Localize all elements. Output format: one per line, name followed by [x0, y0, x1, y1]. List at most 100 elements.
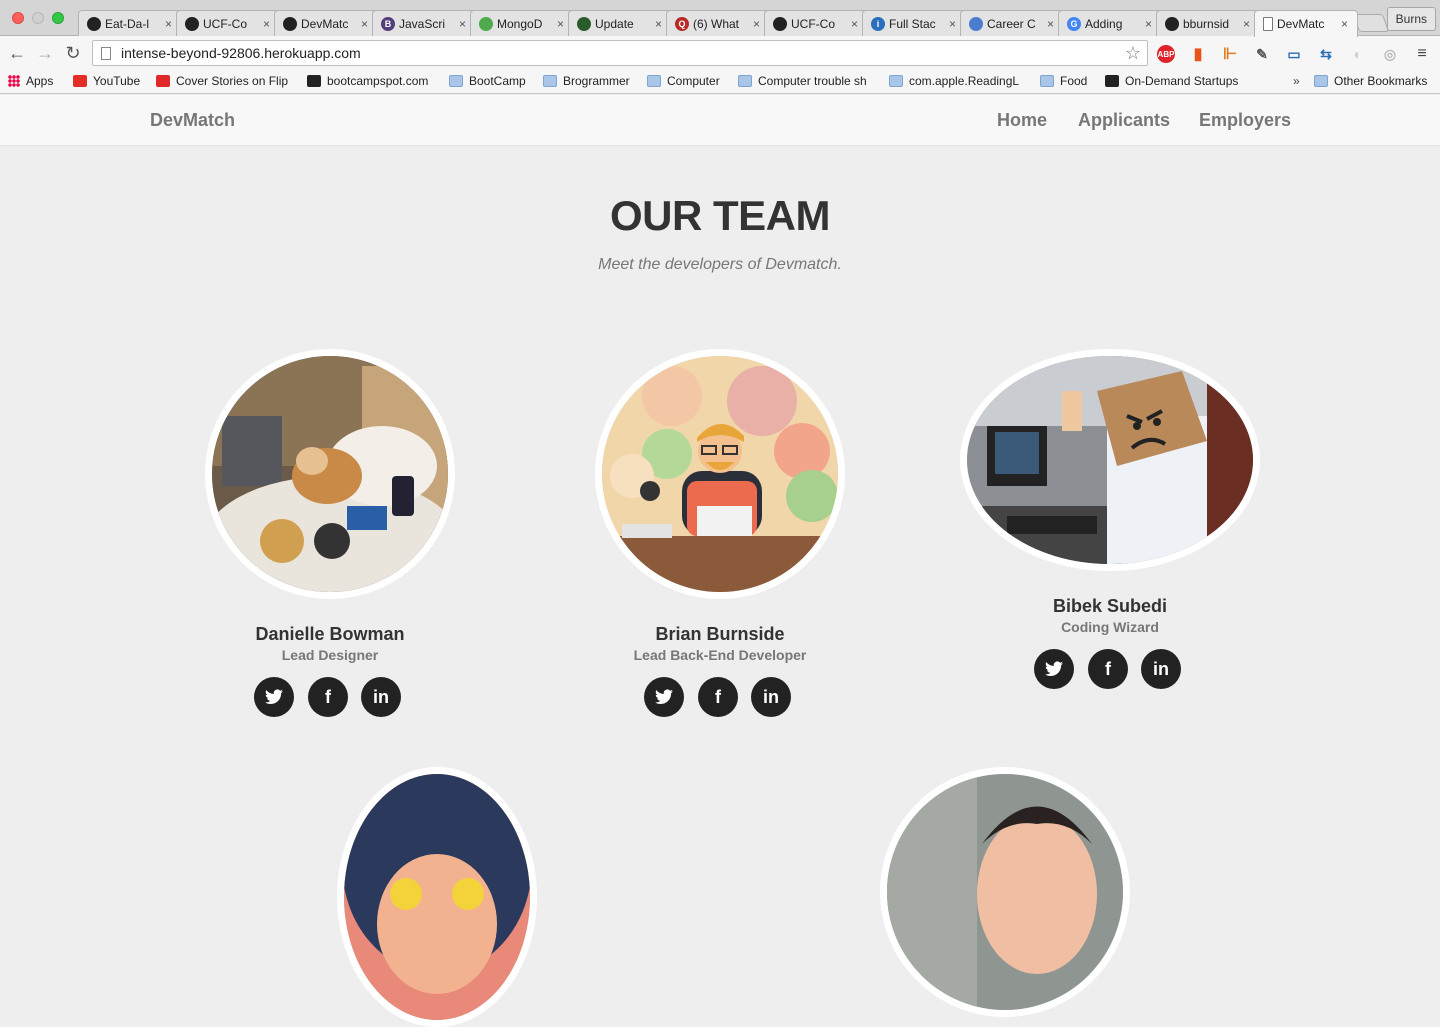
folder-icon — [449, 75, 463, 87]
screenshot-icon[interactable]: ▭ — [1285, 45, 1303, 63]
office-icon[interactable]: ▮ — [1189, 45, 1207, 63]
folder-icon — [543, 75, 557, 87]
browser-tab[interactable]: Q (6) What × — [666, 10, 770, 36]
github-icon — [773, 16, 787, 31]
eyedropper-icon[interactable]: ✎ — [1253, 45, 1271, 63]
mongodb-leaf-icon — [479, 16, 493, 31]
folder-icon — [738, 75, 752, 87]
close-tab-icon[interactable]: × — [949, 17, 959, 31]
close-tab-icon[interactable]: × — [361, 17, 371, 31]
github-icon — [283, 16, 297, 31]
bookmark-item[interactable]: BootCamp — [449, 74, 526, 88]
tab-label: Update — [595, 16, 634, 31]
brand-link[interactable]: DevMatch — [150, 110, 235, 131]
twitter-icon[interactable] — [644, 677, 684, 717]
facebook-icon[interactable]: f — [1088, 649, 1128, 689]
browser-tab[interactable]: i Full Stac × — [862, 10, 966, 36]
close-tab-icon[interactable]: × — [557, 17, 567, 31]
tab-label: UCF-Co — [203, 16, 247, 31]
back-arrow-icon[interactable]: ← — [6, 42, 28, 64]
close-tab-icon[interactable]: × — [753, 17, 763, 31]
bookmark-item[interactable]: Apps — [8, 74, 53, 88]
leaf-icon — [577, 16, 591, 31]
close-tab-icon[interactable]: × — [1047, 17, 1057, 31]
bookmark-item[interactable]: bootcampspot.com — [307, 74, 428, 88]
profile-button[interactable]: Burns — [1386, 7, 1436, 31]
close-tab-icon[interactable]: × — [1243, 17, 1253, 31]
browser-tab[interactable]: G Adding × — [1058, 10, 1162, 36]
facebook-icon[interactable]: f — [698, 677, 738, 717]
browser-tab[interactable]: bburnsid × — [1156, 10, 1260, 36]
page-icon — [101, 46, 111, 60]
extension-icon[interactable]: ⊩ — [1221, 45, 1239, 63]
browser-tab[interactable]: DevMatc × — [1254, 10, 1358, 37]
bookmarks-bar: Apps YouTube Cover Stories on Flip bootcamp… — [0, 70, 1440, 94]
adblock-icon[interactable]: ABP — [1157, 45, 1175, 63]
browser-tab[interactable]: MongoD × — [470, 10, 574, 36]
twitter-icon[interactable] — [254, 677, 294, 717]
member-role: Lead Back-End Developer — [633, 647, 807, 663]
linkedin-icon[interactable]: in — [1141, 649, 1181, 689]
smiling-man-photo — [880, 767, 1130, 1017]
bookmark-item[interactable]: Cover Stories on Flip — [156, 74, 288, 88]
linkedin-icon[interactable]: in — [751, 677, 791, 717]
nav-employers-link[interactable]: Employers — [1199, 110, 1291, 131]
close-tab-icon[interactable]: × — [263, 17, 273, 31]
facebook-icon[interactable]: f — [308, 677, 348, 717]
browser-toolbar: ← → ↻ intense-beyond-92806.herokuapp.com… — [0, 36, 1440, 70]
close-tab-icon[interactable]: × — [655, 17, 665, 31]
nav-applicants-link[interactable]: Applicants — [1078, 110, 1170, 131]
new-tab-button[interactable] — [1352, 14, 1390, 32]
browser-tab[interactable]: Eat-Da-l × — [78, 10, 182, 36]
tab-label: (6) What — [693, 16, 740, 31]
reload-icon[interactable]: ↻ — [62, 42, 84, 64]
close-tab-icon[interactable]: × — [1341, 17, 1351, 31]
bookmarks-overflow-button[interactable]: » — [1293, 74, 1300, 88]
bookmark-star-icon[interactable]: ☆ — [1125, 43, 1141, 64]
bookmark-item[interactable]: YouTube — [73, 74, 140, 88]
zoom-window-button[interactable] — [52, 12, 64, 24]
browser-tab[interactable]: Update × — [568, 10, 672, 36]
browser-tab[interactable]: B JavaScri × — [372, 10, 476, 36]
bookmark-item[interactable]: Brogrammer — [543, 74, 630, 88]
tab-label: DevMatc — [1277, 17, 1325, 31]
swap-icon[interactable]: ⇆ — [1317, 45, 1335, 63]
browser-tab[interactable]: UCF-Co × — [764, 10, 868, 36]
github-icon — [1165, 16, 1179, 31]
startup-icon — [1105, 75, 1119, 87]
tab-label: Full Stac — [889, 16, 936, 31]
browser-tab[interactable]: DevMatc × — [274, 10, 378, 36]
folder-icon — [889, 75, 903, 87]
url-text: intense-beyond-92806.herokuapp.com — [121, 45, 361, 61]
clock-icon[interactable]: ◎ — [1381, 45, 1399, 63]
close-window-button[interactable] — [12, 12, 24, 24]
close-tab-icon[interactable]: × — [459, 17, 469, 31]
sync-icon[interactable]: ◐ — [1349, 45, 1367, 63]
bookmark-item[interactable]: On-Demand Startups — [1105, 74, 1238, 88]
tab-label: Career C — [987, 16, 1036, 31]
bookmark-item[interactable]: Computer — [647, 74, 720, 88]
menu-icon[interactable]: ≡ — [1413, 45, 1431, 63]
linkedin-icon[interactable]: in — [361, 677, 401, 717]
google-icon: G — [1067, 16, 1081, 31]
close-tab-icon[interactable]: × — [1145, 17, 1155, 31]
browser-tab[interactable]: UCF-Co × — [176, 10, 280, 36]
bookmark-item[interactable]: com.apple.ReadingL — [889, 74, 1019, 88]
other-bookmarks[interactable]: Other Bookmarks — [1314, 74, 1427, 88]
forward-arrow-icon[interactable]: → — [34, 42, 56, 64]
address-bar[interactable]: intense-beyond-92806.herokuapp.com ☆ — [92, 40, 1148, 66]
twitter-icon[interactable] — [1034, 649, 1074, 689]
page-title: OUR TEAM — [610, 192, 831, 239]
close-tab-icon[interactable]: × — [165, 17, 175, 31]
member-name: Brian Burnside — [655, 624, 785, 644]
nav-home-link[interactable]: Home — [997, 110, 1047, 131]
github-icon — [185, 16, 199, 31]
bootstrap-icon: B — [381, 16, 395, 31]
info-icon: i — [871, 16, 885, 31]
bookmark-item[interactable]: Food — [1040, 74, 1087, 88]
bookmark-item[interactable]: Computer trouble sh — [738, 74, 867, 88]
minimize-window-button[interactable] — [32, 12, 44, 24]
browser-tab[interactable]: Career C × — [960, 10, 1064, 36]
close-tab-icon[interactable]: × — [851, 17, 861, 31]
tab-label: DevMatc — [301, 16, 349, 31]
